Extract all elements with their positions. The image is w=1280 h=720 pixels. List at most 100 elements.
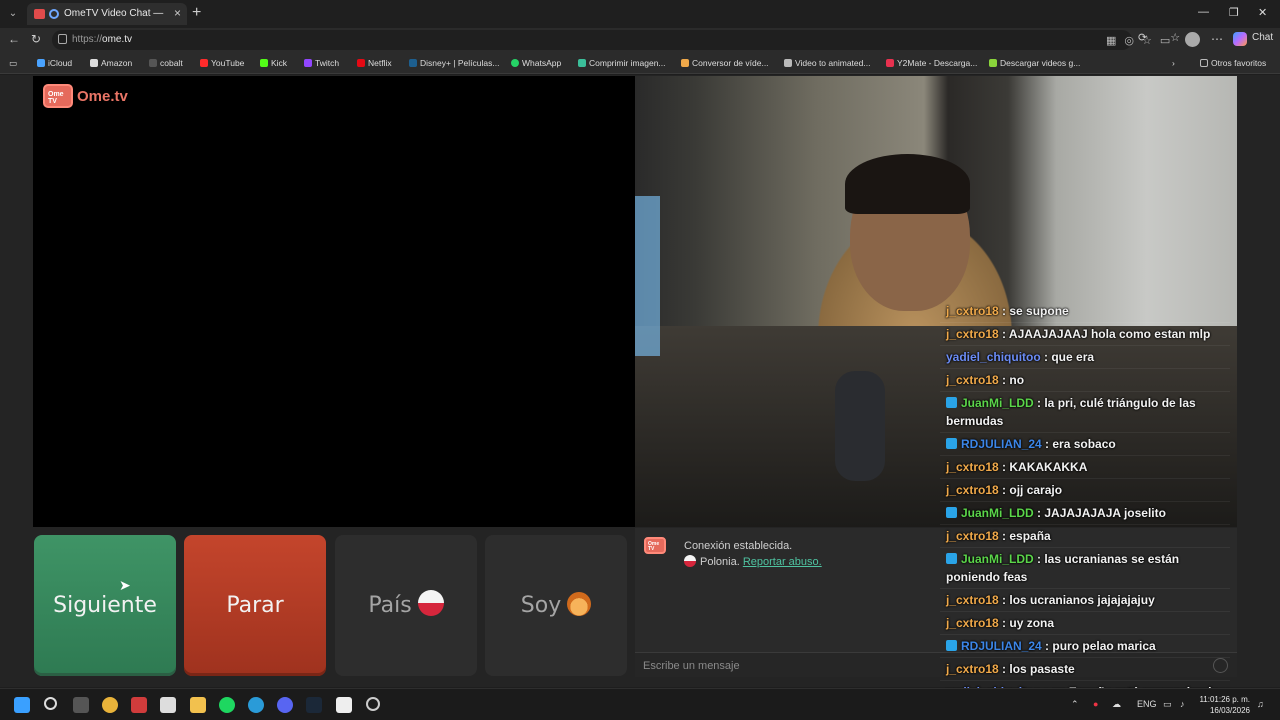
chat-message: j_cxtro18 : uy zona <box>940 612 1230 635</box>
close-window-icon[interactable]: ✕ <box>1258 6 1267 19</box>
chat-text: : KAKAKAKKA <box>998 460 1088 474</box>
reload-icon[interactable]: ↻ <box>31 32 41 46</box>
chat-username: RDJULIAN_24 <box>961 639 1042 653</box>
maximize-icon[interactable]: ❐ <box>1229 6 1239 19</box>
bookmark-other-favorites[interactable]: Otros favoritos <box>1200 58 1266 68</box>
subscriber-badge-icon <box>946 553 957 564</box>
chat-username: RDJULIAN_24 <box>961 437 1042 451</box>
subscriber-badge-icon <box>946 438 957 449</box>
chrome-icon[interactable] <box>102 697 118 713</box>
profile-avatar[interactable] <box>1185 32 1200 47</box>
volume-icon[interactable]: ♪ <box>1180 699 1185 709</box>
chat-username: j_cxtro18 <box>946 616 999 630</box>
chat-username: j_cxtro18 <box>946 529 999 543</box>
taskbar: ⌃ ● ☁ ENG ▭ ♪ 11:01:26 p. m. 16/03/2026 ♫ <box>0 688 1280 720</box>
app-icon[interactable] <box>131 697 147 713</box>
bookmark-y2mate[interactable]: Y2Mate - Descarga... <box>886 58 977 68</box>
bookmark-whatsapp[interactable]: WhatsApp <box>511 58 561 68</box>
compress-icon <box>578 59 586 67</box>
tab-ometv[interactable]: OmeTV Video Chat — Omegle × <box>27 3 187 25</box>
chat-username: j_cxtro18 <box>946 593 999 607</box>
gender-button[interactable]: Soy <box>485 535 627 676</box>
connection-status: Conexión establecida. <box>684 540 793 552</box>
display-icon[interactable]: ▭ <box>1163 699 1172 710</box>
chat-message: JuanMi_LDD : JAJAJAJAJA joselito <box>940 502 1230 525</box>
bookmark-kick[interactable]: Kick <box>260 58 287 68</box>
chat-username: JuanMi_LDD <box>961 506 1034 520</box>
copilot-icon[interactable] <box>1233 32 1247 46</box>
chat-message: yadiel_chiquitoo : que era <box>940 346 1230 369</box>
local-video: Ome TV Ome.tv <box>33 76 635 527</box>
chat-text: : era sobaco <box>1041 437 1116 451</box>
file-explorer-icon[interactable] <box>190 697 206 713</box>
bookmark-netflix[interactable]: Netflix <box>357 58 392 68</box>
extensions-favorites-icons[interactable]: ⟳ ☆ <box>1138 31 1190 44</box>
stop-button[interactable]: Parar <box>184 535 326 676</box>
chat-username: j_cxtro18 <box>946 483 999 497</box>
chat-username: JuanMi_LDD <box>961 396 1034 410</box>
spotify-icon[interactable] <box>219 697 235 713</box>
tab-list-button[interactable]: ⌄ <box>4 5 22 23</box>
menu-icon[interactable]: ⋯ <box>1211 32 1223 46</box>
tab-status-icon <box>49 9 59 19</box>
notification-bell-icon[interactable]: ♫ <box>1257 699 1264 709</box>
search-icon[interactable] <box>44 697 57 710</box>
language-indicator[interactable]: ENG <box>1137 699 1157 709</box>
netflix-icon <box>357 59 365 67</box>
bookmark-comprimir[interactable]: Comprimir imagen... <box>578 58 666 68</box>
chat-message: j_cxtro18 : KAKAKAKKA <box>940 456 1230 479</box>
bookmark-video-animated[interactable]: Video to animated... <box>784 58 870 68</box>
report-abuse-link[interactable]: Reportar abuso. <box>743 556 822 568</box>
notepad-icon[interactable] <box>160 697 176 713</box>
chat-text: : que era <box>1040 350 1095 364</box>
windows-start-icon[interactable] <box>14 697 30 713</box>
task-view-icon[interactable] <box>73 697 89 713</box>
bookmark-conversor[interactable]: Conversor de víde... <box>681 58 769 68</box>
bookmark-amazon[interactable]: Amazon <box>90 58 132 68</box>
chat-message: j_cxtro18 : AJAAJAJAAJ hola como estan m… <box>940 323 1230 346</box>
new-tab-button[interactable]: + <box>192 4 201 22</box>
ometv-small-icon: Ome TV <box>644 537 666 554</box>
network-icon[interactable]: ☁ <box>1112 699 1121 710</box>
bookmark-twitch[interactable]: Twitch <box>304 58 339 68</box>
back-icon[interactable]: ← <box>8 32 20 46</box>
capcut-icon[interactable] <box>336 697 352 713</box>
sidebar-icon[interactable]: ▭ <box>9 58 17 69</box>
chat-message: j_cxtro18 : los pasaste <box>940 658 1230 681</box>
microphone-icon[interactable]: ● <box>1093 699 1098 709</box>
whatsapp-icon <box>511 59 519 67</box>
cobalt-icon <box>149 59 157 67</box>
discord-icon[interactable] <box>277 697 293 713</box>
chevron-up-icon[interactable]: ⌃ <box>1071 699 1079 710</box>
chat-username: JuanMi_LDD <box>961 552 1034 566</box>
chat-text: : AJAAJAJAAJ hola como estan mlp <box>998 327 1211 341</box>
chat-message: RDJULIAN_24 : puro pelao marica <box>940 635 1230 658</box>
clock[interactable]: 11:01:26 p. m. 16/03/2026 <box>1198 694 1250 716</box>
youtube-icon <box>200 59 208 67</box>
bookmark-youtube[interactable]: YouTube <box>200 58 244 68</box>
edge-icon[interactable] <box>248 697 264 713</box>
bookmark-descargar[interactable]: Descargar videos g... <box>989 58 1080 68</box>
kick-icon <box>260 59 268 67</box>
microphone-image <box>835 371 885 481</box>
disney-icon <box>409 59 417 67</box>
next-button[interactable]: Siguiente <box>34 535 176 676</box>
chat-message: j_cxtro18 : ojj carajo <box>940 479 1230 502</box>
chat-message: j_cxtro18 : españa <box>940 525 1230 548</box>
bookmark-disney[interactable]: Disney+ | Películas... <box>409 58 499 68</box>
twitch-icon <box>304 59 312 67</box>
chat-button[interactable]: Chat <box>1252 32 1273 43</box>
steam-icon[interactable] <box>306 697 322 713</box>
chevron-right-icon[interactable]: › <box>1172 58 1175 68</box>
bookmark-icloud[interactable]: iCloud <box>37 58 72 68</box>
converter-icon <box>681 59 689 67</box>
address-bar[interactable]: https://ome.tv ▦◎☆▭ <box>52 30 1170 50</box>
close-tab-icon[interactable]: × <box>174 6 181 20</box>
minimize-icon[interactable]: — <box>1198 6 1209 18</box>
ometv-favicon-icon <box>34 9 45 19</box>
poland-flag-small-icon <box>684 555 696 567</box>
country-button[interactable]: País <box>335 535 477 676</box>
chat-message: j_cxtro18 : no <box>940 369 1230 392</box>
obs-icon[interactable] <box>366 697 380 711</box>
bookmark-cobalt[interactable]: cobalt <box>149 58 183 68</box>
